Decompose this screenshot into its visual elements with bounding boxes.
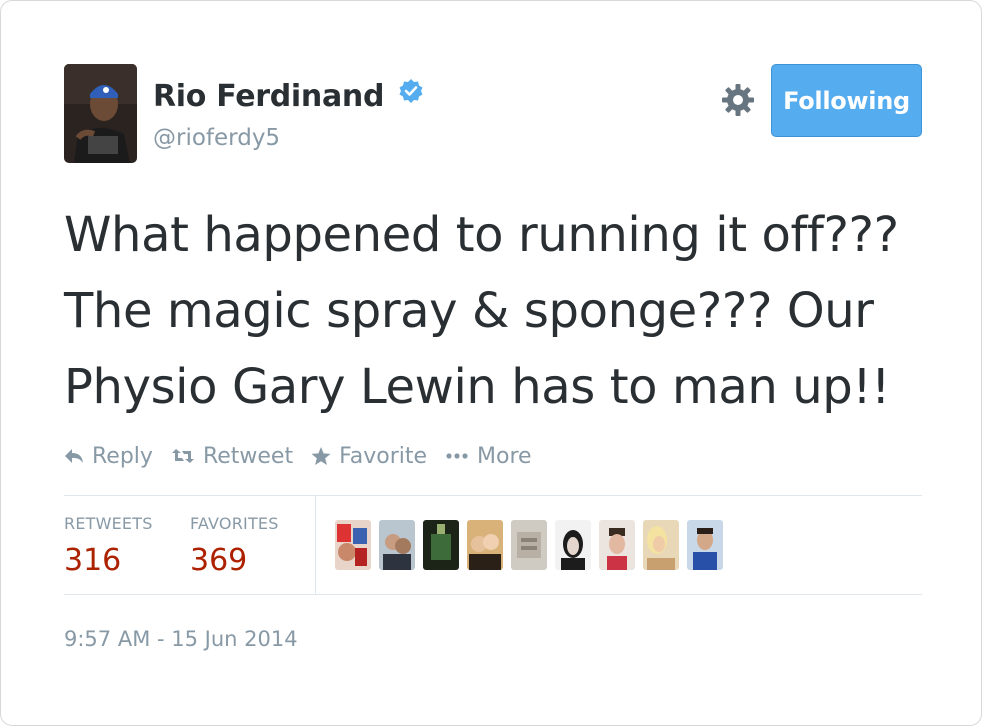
stats-separator xyxy=(315,496,316,594)
favorites-stat[interactable]: FAVORITES 369 xyxy=(190,514,279,578)
more-dots-icon xyxy=(445,452,469,460)
favoriter-avatar[interactable] xyxy=(467,520,503,570)
favorites-count: 369 xyxy=(190,543,248,578)
favoriter-avatar[interactable] xyxy=(423,520,459,570)
favoriter-avatar[interactable] xyxy=(687,520,723,570)
following-button[interactable]: Following xyxy=(771,64,922,137)
more-action[interactable]: More xyxy=(445,444,532,469)
favorite-label: Favorite xyxy=(339,443,428,469)
retweet-action[interactable]: Retweet xyxy=(171,444,293,469)
favoriter-avatar[interactable] xyxy=(643,520,679,570)
author-name[interactable]: Rio Ferdinand xyxy=(153,79,424,114)
star-icon xyxy=(311,446,331,466)
tweet-timestamp[interactable]: 9:57 AM - 15 Jun 2014 xyxy=(64,627,298,651)
favoriter-avatar[interactable] xyxy=(599,520,635,570)
favoriter-avatar[interactable] xyxy=(379,520,415,570)
gear-icon[interactable] xyxy=(721,83,755,117)
retweet-icon xyxy=(171,447,195,465)
reply-icon xyxy=(64,447,84,465)
favoriter-avatar[interactable] xyxy=(335,520,371,570)
favoriter-avatar[interactable] xyxy=(511,520,547,570)
retweet-label: Retweet xyxy=(202,443,294,469)
retweets-stat[interactable]: RETWEETS 316 xyxy=(64,514,153,578)
tweet-actions: Reply Retweet Favorite More xyxy=(64,439,532,473)
stats-top-divider xyxy=(64,495,922,496)
favoriter-avatar[interactable] xyxy=(555,520,591,570)
stats-bottom-divider xyxy=(64,594,922,595)
favorite-action[interactable]: Favorite xyxy=(311,444,427,469)
author-name-text: Rio Ferdinand xyxy=(153,79,385,114)
reply-label: Reply xyxy=(92,443,153,469)
author-handle[interactable]: @rioferdy5 xyxy=(153,125,280,151)
retweets-count: 316 xyxy=(64,543,122,578)
tweet-text: What happened to running it off??? The m… xyxy=(64,207,899,415)
more-label: More xyxy=(477,443,532,469)
favoriters-list xyxy=(335,520,723,570)
tweet-card: Rio Ferdinand @rioferdy5 Following What … xyxy=(0,0,982,726)
verified-badge-icon xyxy=(398,77,424,112)
retweets-label: RETWEETS xyxy=(64,514,153,533)
reply-action[interactable]: Reply xyxy=(64,444,153,469)
favorites-label: FAVORITES xyxy=(190,514,279,533)
author-avatar[interactable] xyxy=(64,64,137,163)
